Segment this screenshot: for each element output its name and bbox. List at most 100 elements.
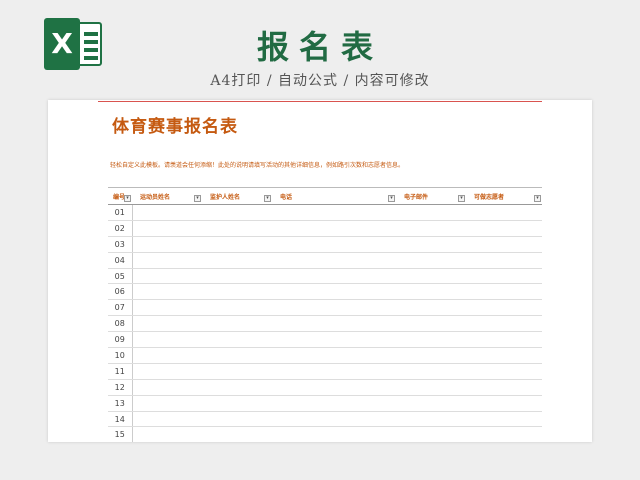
table-cell[interactable]: [466, 363, 542, 380]
table-cell[interactable]: [396, 220, 466, 237]
table-cell[interactable]: [272, 283, 396, 301]
table-cell[interactable]: [202, 426, 272, 442]
table-cell[interactable]: [272, 395, 396, 412]
table-cell[interactable]: [132, 299, 202, 317]
table-cell[interactable]: [396, 395, 466, 412]
table-cell[interactable]: [132, 204, 202, 221]
filter-dropdown-icon[interactable]: ▾: [534, 195, 541, 202]
table-cell[interactable]: [202, 331, 272, 349]
table-cell[interactable]: [132, 315, 202, 333]
table-cell[interactable]: [132, 395, 202, 412]
table-row: 02: [108, 220, 542, 237]
table-cell[interactable]: [132, 331, 202, 349]
table-cell[interactable]: [466, 252, 542, 269]
filter-dropdown-icon[interactable]: ▾: [124, 195, 131, 202]
table-cell[interactable]: [132, 283, 202, 301]
page-border-line: [98, 101, 542, 102]
table-cell[interactable]: [396, 379, 466, 396]
table-cell[interactable]: [466, 315, 542, 333]
table-cell[interactable]: [272, 331, 396, 349]
table-cell[interactable]: [466, 268, 542, 285]
table-cell[interactable]: [466, 283, 542, 301]
table-cell[interactable]: [396, 268, 466, 285]
table-cell[interactable]: [202, 411, 272, 428]
table-cell[interactable]: [272, 347, 396, 364]
column-header-volunteer[interactable]: 可做志愿者 ▾: [466, 187, 542, 205]
table-cell[interactable]: [202, 395, 272, 412]
table-cell[interactable]: [202, 347, 272, 364]
table-cell[interactable]: [396, 331, 466, 349]
table-cell[interactable]: [396, 236, 466, 253]
table-cell[interactable]: [132, 220, 202, 237]
filter-dropdown-icon[interactable]: ▾: [388, 195, 395, 202]
column-header-guardian[interactable]: 监护人姓名 ▾: [202, 187, 272, 205]
table-cell[interactable]: [272, 268, 396, 285]
row-number: 11: [108, 363, 133, 380]
row-number: 15: [108, 426, 133, 442]
table-cell[interactable]: [272, 299, 396, 317]
table-cell[interactable]: [466, 236, 542, 253]
table-cell[interactable]: [272, 315, 396, 333]
table-cell[interactable]: [202, 315, 272, 333]
table-cell[interactable]: [466, 299, 542, 317]
table-cell[interactable]: [396, 283, 466, 301]
filter-dropdown-icon[interactable]: ▾: [264, 195, 271, 202]
table-cell[interactable]: [272, 411, 396, 428]
table-cell[interactable]: [202, 220, 272, 237]
filter-dropdown-icon[interactable]: ▾: [458, 195, 465, 202]
table-row: 10: [108, 347, 542, 364]
table-cell[interactable]: [272, 426, 396, 442]
table-cell[interactable]: [272, 236, 396, 253]
table-cell[interactable]: [202, 379, 272, 396]
table-cell[interactable]: [132, 426, 202, 442]
table-cell[interactable]: [272, 363, 396, 380]
table-cell[interactable]: [202, 363, 272, 380]
table-cell[interactable]: [132, 411, 202, 428]
table-cell[interactable]: [202, 252, 272, 269]
table-cell[interactable]: [396, 347, 466, 364]
table-cell[interactable]: [202, 236, 272, 253]
table-cell[interactable]: [466, 220, 542, 237]
row-number: 08: [108, 315, 133, 333]
table-row: 13: [108, 395, 542, 412]
table-cell[interactable]: [466, 426, 542, 442]
table-cell[interactable]: [272, 252, 396, 269]
column-header-phone[interactable]: 电话 ▾: [272, 187, 396, 205]
table-cell[interactable]: [396, 426, 466, 442]
page-subtitle: A4打印 / 自动公式 / 内容可修改: [210, 73, 430, 89]
table-cell[interactable]: [132, 268, 202, 285]
table-cell[interactable]: [396, 363, 466, 380]
table-cell[interactable]: [466, 331, 542, 349]
column-header-email[interactable]: 电子邮件 ▾: [396, 187, 466, 205]
table-cell[interactable]: [132, 363, 202, 380]
column-header-id[interactable]: 编号 ▾: [108, 187, 132, 205]
table-cell[interactable]: [466, 395, 542, 412]
sheet-preview: 体育赛事报名表 轻松自定义此模板。请羡道会任何添缩！此处的说明请填写活动的其他详…: [48, 100, 592, 442]
table-cell[interactable]: [132, 347, 202, 364]
table-row: 04: [108, 252, 542, 269]
table-row: 09: [108, 331, 542, 349]
row-number: 07: [108, 299, 133, 317]
table-cell[interactable]: [466, 204, 542, 221]
table-cell[interactable]: [272, 204, 396, 221]
table-cell[interactable]: [132, 252, 202, 269]
table-cell[interactable]: [132, 236, 202, 253]
table-cell[interactable]: [466, 411, 542, 428]
row-number: 13: [108, 395, 133, 412]
table-cell[interactable]: [272, 220, 396, 237]
filter-dropdown-icon[interactable]: ▾: [194, 195, 201, 202]
table-cell[interactable]: [396, 252, 466, 269]
table-cell[interactable]: [396, 299, 466, 317]
table-cell[interactable]: [396, 315, 466, 333]
table-cell[interactable]: [272, 379, 396, 396]
column-header-athlete[interactable]: 运动员姓名 ▾: [132, 187, 202, 205]
table-cell[interactable]: [466, 347, 542, 364]
table-cell[interactable]: [466, 379, 542, 396]
table-cell[interactable]: [396, 204, 466, 221]
table-cell[interactable]: [396, 411, 466, 428]
table-cell[interactable]: [202, 268, 272, 285]
table-cell[interactable]: [202, 299, 272, 317]
table-cell[interactable]: [202, 283, 272, 301]
table-cell[interactable]: [132, 379, 202, 396]
table-cell[interactable]: [202, 204, 272, 221]
